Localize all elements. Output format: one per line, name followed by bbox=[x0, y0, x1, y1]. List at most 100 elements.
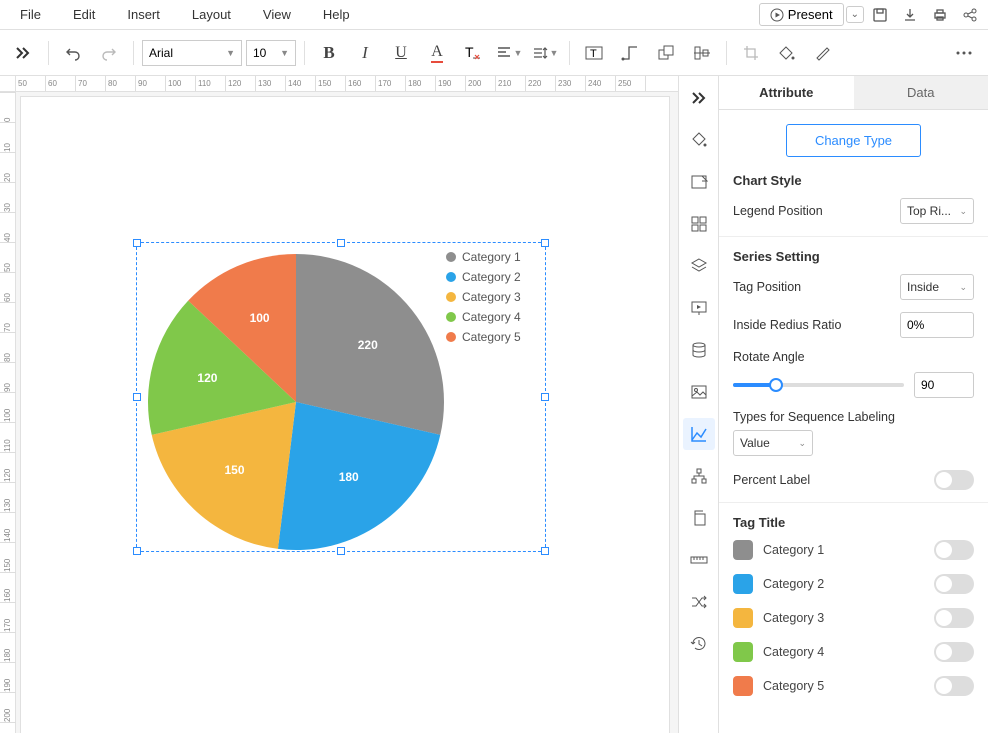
font-select[interactable]: Arial▼ bbox=[142, 40, 242, 66]
tag-position-label: Tag Position bbox=[733, 280, 801, 294]
org-chart-icon[interactable] bbox=[683, 460, 715, 492]
menu-view[interactable]: View bbox=[247, 3, 307, 26]
arrange-front-button[interactable] bbox=[650, 37, 682, 69]
save-icon[interactable] bbox=[866, 3, 894, 27]
chart-tool-icon[interactable] bbox=[683, 418, 715, 450]
expand-left-icon[interactable] bbox=[8, 37, 40, 69]
tab-data[interactable]: Data bbox=[854, 76, 988, 109]
ruler-horizontal: 5060708090100110120130140150160170180190… bbox=[16, 76, 678, 92]
align-button[interactable]: ▼ bbox=[493, 37, 525, 69]
more-button[interactable] bbox=[948, 37, 980, 69]
types-select[interactable]: Value⌄ bbox=[733, 430, 813, 456]
font-size-select[interactable]: 10▼ bbox=[246, 40, 296, 66]
history-icon[interactable] bbox=[683, 628, 715, 660]
legend-label: Category 4 bbox=[462, 310, 521, 324]
inside-radius-label: Inside Redius Ratio bbox=[733, 318, 841, 332]
collapse-right-icon[interactable] bbox=[683, 82, 715, 114]
grid-icon[interactable] bbox=[683, 208, 715, 240]
rotate-angle-slider[interactable] bbox=[733, 383, 904, 387]
rotate-angle-label: Rotate Angle bbox=[733, 350, 974, 364]
legend-swatch bbox=[446, 312, 456, 322]
inside-radius-input[interactable] bbox=[900, 312, 974, 338]
slice-value-label: 180 bbox=[339, 470, 359, 484]
layers-icon[interactable] bbox=[683, 250, 715, 282]
menu-help[interactable]: Help bbox=[307, 3, 366, 26]
tag-name: Category 3 bbox=[763, 611, 924, 625]
tag-swatch[interactable] bbox=[733, 608, 753, 628]
rotate-angle-input[interactable] bbox=[914, 372, 974, 398]
pie-chart[interactable]: 220180150120100 bbox=[141, 247, 451, 557]
tag-name: Category 2 bbox=[763, 577, 924, 591]
crop-button[interactable] bbox=[735, 37, 767, 69]
change-type-button[interactable]: Change Type bbox=[786, 124, 921, 157]
tag-swatch[interactable] bbox=[733, 574, 753, 594]
legend-swatch bbox=[446, 272, 456, 282]
legend-item: Category 1 bbox=[446, 247, 521, 267]
toolbar: Arial▼ 10▼ B I U A T ▼ ▼ T bbox=[0, 30, 988, 76]
tag-name: Category 1 bbox=[763, 543, 924, 557]
page-canvas[interactable]: 220180150120100 Category 1Category 2Cate… bbox=[20, 96, 670, 733]
present-dropdown[interactable]: ⌄ bbox=[846, 6, 864, 23]
tag-toggle[interactable] bbox=[934, 642, 974, 662]
text-color-button[interactable]: A bbox=[421, 37, 453, 69]
italic-button[interactable]: I bbox=[349, 37, 381, 69]
tag-title-row: Category 2 bbox=[733, 574, 974, 594]
percent-label-toggle[interactable] bbox=[934, 470, 974, 490]
bold-button[interactable]: B bbox=[313, 37, 345, 69]
ruler-corner bbox=[0, 76, 16, 92]
menu-insert[interactable]: Insert bbox=[111, 3, 176, 26]
clear-format-button[interactable]: T bbox=[457, 37, 489, 69]
tag-toggle[interactable] bbox=[934, 574, 974, 594]
copy-icon[interactable] bbox=[683, 502, 715, 534]
undo-button[interactable] bbox=[57, 37, 89, 69]
shuffle-icon[interactable] bbox=[683, 586, 715, 618]
tag-swatch[interactable] bbox=[733, 676, 753, 696]
tag-toggle[interactable] bbox=[934, 608, 974, 628]
svg-text:T: T bbox=[590, 48, 597, 60]
slice-value-label: 100 bbox=[250, 311, 270, 325]
legend-item: Category 2 bbox=[446, 267, 521, 287]
presentation-icon[interactable] bbox=[683, 292, 715, 324]
tag-name: Category 5 bbox=[763, 679, 924, 693]
picture-icon[interactable] bbox=[683, 376, 715, 408]
legend-label: Category 3 bbox=[462, 290, 521, 304]
print-icon[interactable] bbox=[926, 3, 954, 27]
textbox-button[interactable]: T bbox=[578, 37, 610, 69]
tag-swatch[interactable] bbox=[733, 642, 753, 662]
present-label: Present bbox=[788, 7, 833, 22]
underline-button[interactable]: U bbox=[385, 37, 417, 69]
tag-title-row: Category 3 bbox=[733, 608, 974, 628]
redo-button[interactable] bbox=[93, 37, 125, 69]
menu-file[interactable]: File bbox=[4, 3, 57, 26]
legend-position-select[interactable]: Top Ri...⌄ bbox=[900, 198, 974, 224]
menu-layout[interactable]: Layout bbox=[176, 3, 247, 26]
series-setting-title: Series Setting bbox=[733, 249, 974, 264]
legend-item: Category 3 bbox=[446, 287, 521, 307]
tag-title-label: Tag Title bbox=[733, 515, 974, 530]
tag-toggle[interactable] bbox=[934, 676, 974, 696]
tag-title-row: Category 4 bbox=[733, 642, 974, 662]
canvas-area[interactable]: 5060708090100110120130140150160170180190… bbox=[0, 76, 678, 733]
connector-button[interactable] bbox=[614, 37, 646, 69]
share-icon[interactable] bbox=[956, 3, 984, 27]
fill-button[interactable] bbox=[771, 37, 803, 69]
ruler-tool-icon[interactable] bbox=[683, 544, 715, 576]
download-icon[interactable] bbox=[896, 3, 924, 27]
stroke-button[interactable] bbox=[807, 37, 839, 69]
tab-attribute[interactable]: Attribute bbox=[719, 76, 854, 109]
menu-edit[interactable]: Edit bbox=[57, 3, 111, 26]
tag-position-select[interactable]: Inside⌄ bbox=[900, 274, 974, 300]
line-spacing-button[interactable]: ▼ bbox=[529, 37, 561, 69]
arrange-align-button[interactable] bbox=[686, 37, 718, 69]
slice-value-label: 120 bbox=[197, 371, 217, 385]
tag-toggle[interactable] bbox=[934, 540, 974, 560]
image-tool-icon[interactable] bbox=[683, 166, 715, 198]
fill-tool-icon[interactable] bbox=[683, 124, 715, 156]
right-tool-strip bbox=[678, 76, 718, 733]
chart-legend: Category 1 Category 2 Category 3 Category 4… bbox=[446, 247, 521, 347]
legend-label: Category 5 bbox=[462, 330, 521, 344]
present-button[interactable]: Present bbox=[759, 3, 844, 26]
legend-label: Category 1 bbox=[462, 250, 521, 264]
tag-swatch[interactable] bbox=[733, 540, 753, 560]
database-icon[interactable] bbox=[683, 334, 715, 366]
